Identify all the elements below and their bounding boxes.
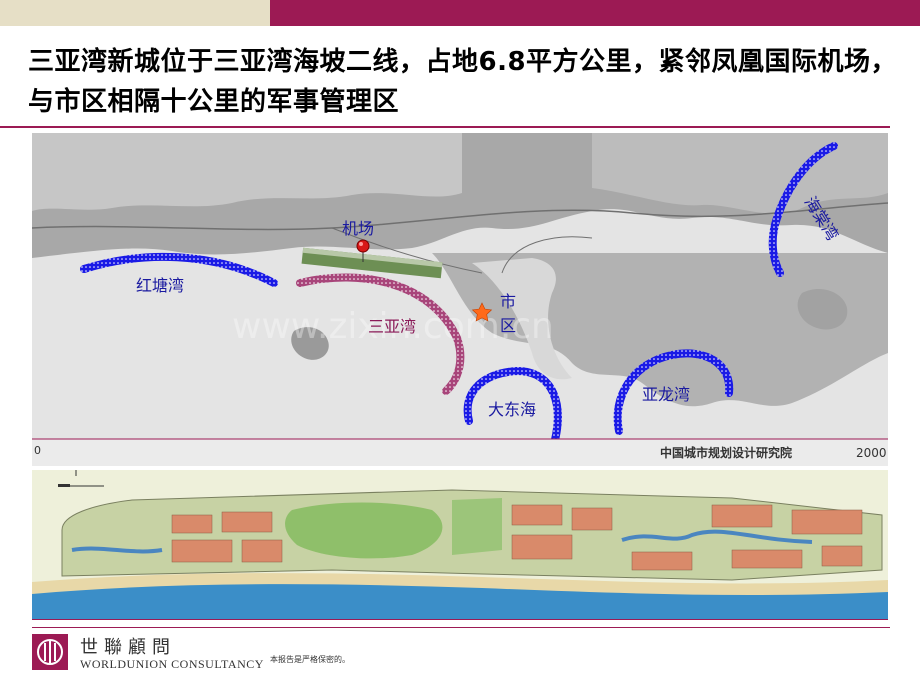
institute-label: 中国城市规划设计研究院 (660, 445, 792, 460)
footer-divider (32, 627, 890, 628)
regional-map: www.zixin.com.cn 机场 市 区 红塘湾 三亚湾 大东海 亚龙湾 … (32, 133, 888, 466)
city-label-line2: 区 (500, 316, 516, 335)
worldunion-logo-icon (32, 634, 68, 670)
master-plan-map (32, 470, 888, 620)
headline-divider (0, 126, 890, 128)
map-year-label: 2000 (856, 446, 887, 460)
top-bar-left (0, 0, 270, 26)
slide-headline: 三亚湾新城位于三亚湾海坡二线，占地6.8平方公里，紧邻凤凰国际机场，与市区相隔十… (28, 47, 898, 117)
brand-name-en: WORLDUNION CONSULTANCY (80, 657, 264, 671)
yalong-bay-label: 亚龙湾 (642, 385, 690, 404)
scale-start-label: 0 (34, 444, 41, 457)
airport-label: 机场 (342, 219, 374, 238)
sanya-bay-label: 三亚湾 (368, 317, 416, 336)
brand-name-cn: 世聯顧問 (80, 637, 176, 658)
green-area (452, 498, 502, 555)
city-label-line1: 市 (500, 292, 516, 311)
dadonghai-label: 大东海 (488, 400, 536, 419)
confidential-note: 本报告是严格保密的。 (270, 655, 350, 664)
top-bar-right (270, 0, 920, 26)
hongtang-bay-label: 红塘湾 (136, 276, 184, 295)
